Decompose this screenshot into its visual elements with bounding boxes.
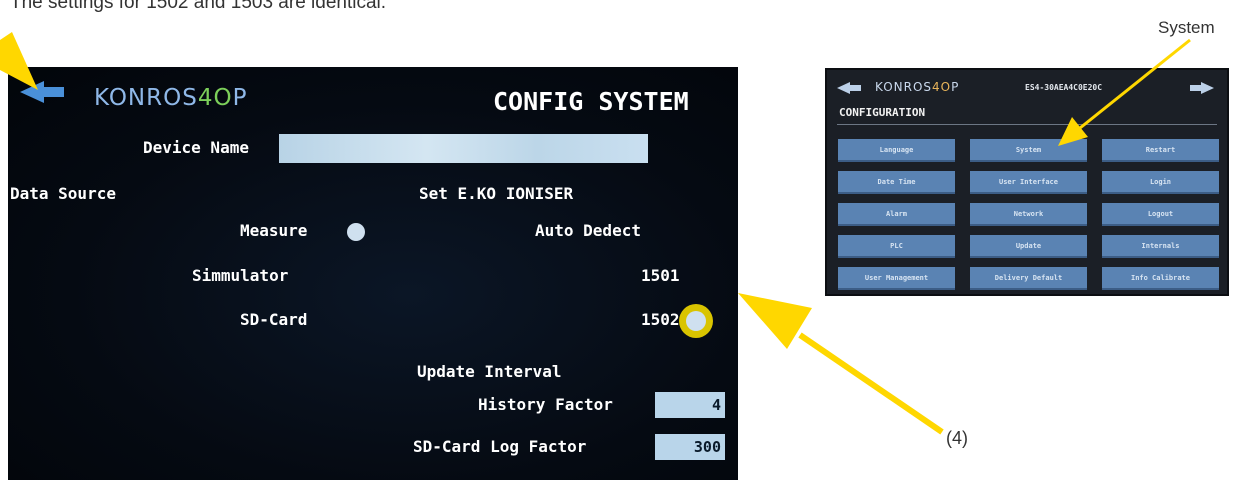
arrow-to-1502-line: [798, 332, 944, 435]
arrow-to-system-line: [1079, 38, 1191, 130]
arrow-to-1502-head: [738, 293, 812, 349]
arrow-to-system-head: [1058, 117, 1088, 146]
pointer-arrows: [0, 32, 1191, 435]
arrow-to-back-button: [0, 32, 38, 90]
